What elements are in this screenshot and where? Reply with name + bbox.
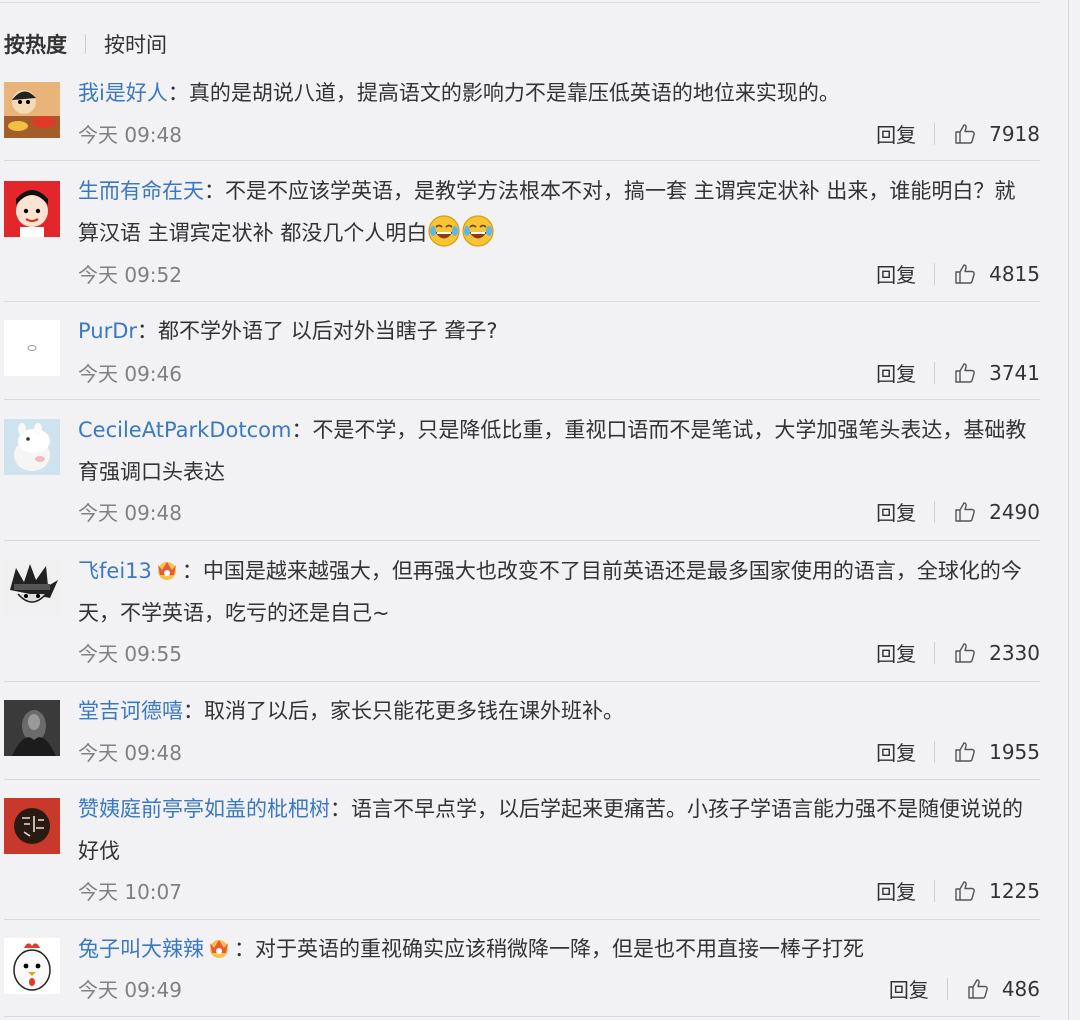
action-divider bbox=[934, 122, 936, 145]
comment-item: PurDr：都不学外语了 以后对外当瞎子 聋子? 今天 09:46 回复 374… bbox=[4, 302, 1040, 400]
top-divider bbox=[0, 2, 1040, 3]
like-thumb-icon[interactable] bbox=[953, 361, 977, 385]
comment-actions: 回复 486 bbox=[889, 974, 1040, 1003]
like-count: 4815 bbox=[989, 261, 1040, 286]
vip-crown-icon bbox=[206, 935, 232, 959]
comment-actions: 回复 2330 bbox=[876, 638, 1040, 667]
reply-button[interactable]: 回复 bbox=[889, 974, 929, 1003]
sort-by-time-tab[interactable]: 按时间 bbox=[104, 29, 167, 59]
comment-timestamp: 今天 10:07 bbox=[78, 880, 182, 904]
like-count: 1225 bbox=[989, 878, 1040, 903]
comment-actions: 回复 1225 bbox=[876, 876, 1040, 905]
like-count: 2490 bbox=[989, 499, 1040, 524]
like-thumb-icon[interactable] bbox=[953, 122, 977, 146]
right-edge-divider bbox=[1068, 0, 1069, 1020]
action-divider bbox=[934, 879, 936, 902]
comment-actions: 回复 4815 bbox=[876, 259, 1040, 288]
cartoon-avatar[interactable] bbox=[4, 82, 60, 138]
comment-text: ：都不学外语了 以后对外当瞎子 聋子? bbox=[137, 319, 498, 343]
action-divider bbox=[934, 262, 936, 285]
reply-button[interactable]: 回复 bbox=[876, 876, 916, 905]
comment-item: 生而有命在天：不是不应该学英语，是教学方法根本不对，搞一套 主谓宾定状补 出来，… bbox=[4, 161, 1040, 302]
white-avatar[interactable] bbox=[4, 320, 60, 376]
like-thumb-icon[interactable] bbox=[953, 641, 977, 665]
sort-by-hot-tab[interactable]: 按热度 bbox=[4, 29, 67, 59]
sort-tabs: 按热度 按时间 bbox=[4, 28, 167, 60]
action-divider bbox=[934, 361, 936, 384]
comment-body: 生而有命在天：不是不应该学英语，是教学方法根本不对，搞一套 主谓宾定状补 出来，… bbox=[78, 170, 1036, 254]
comment-username[interactable]: 飞fei13 bbox=[78, 559, 152, 583]
comment-timestamp: 今天 09:48 bbox=[78, 741, 182, 765]
comment-timestamp: 今天 09:55 bbox=[78, 642, 182, 666]
reply-button[interactable]: 回复 bbox=[876, 358, 916, 387]
action-divider bbox=[946, 977, 948, 1000]
comment-username[interactable]: 生而有命在天 bbox=[78, 179, 204, 203]
chicken-avatar[interactable] bbox=[4, 938, 60, 994]
like-count: 7918 bbox=[989, 121, 1040, 146]
comment-body: 堂吉诃德嘻：取消了以后，家长只能花更多钱在课外班补。 bbox=[78, 690, 1036, 732]
comment-body: CecileAtParkDotcom：不是不学，只是降低比重，重视口语而不是笔试… bbox=[78, 409, 1036, 493]
manga-avatar[interactable] bbox=[4, 560, 60, 616]
action-divider bbox=[934, 641, 936, 664]
comment-username[interactable]: PurDr bbox=[78, 319, 137, 343]
comment-text: ：取消了以后，家长只能花更多钱在课外班补。 bbox=[183, 699, 624, 723]
comment-body: 我i是好人：真的是胡说八道，提高语文的影响力不是靠压低英语的地位来实现的。 bbox=[78, 72, 1036, 114]
comment-username[interactable]: 我i是好人 bbox=[78, 81, 168, 105]
action-divider bbox=[934, 740, 936, 763]
reply-button[interactable]: 回复 bbox=[876, 497, 916, 526]
like-thumb-icon[interactable] bbox=[953, 262, 977, 286]
red-seal-avatar[interactable] bbox=[4, 798, 60, 854]
reply-button[interactable]: 回复 bbox=[876, 259, 916, 288]
comment-item: 飞fei13 ：中国是越来越强大，但再强大也改变不了目前英语还是最多国家使用的语言… bbox=[4, 541, 1040, 682]
comment-body: 飞fei13 ：中国是越来越强大，但再强大也改变不了目前英语还是最多国家使用的语言… bbox=[78, 550, 1036, 634]
comment-item: 我i是好人：真的是胡说八道，提高语文的影响力不是靠压低英语的地位来实现的。 今天… bbox=[4, 70, 1040, 161]
like-thumb-icon[interactable] bbox=[953, 500, 977, 524]
comment-actions: 回复 2490 bbox=[876, 497, 1040, 526]
dark-photo-avatar[interactable] bbox=[4, 700, 60, 756]
like-count: 486 bbox=[1001, 976, 1040, 1001]
reply-button[interactable]: 回复 bbox=[876, 119, 916, 148]
like-count: 1955 bbox=[989, 739, 1040, 764]
like-thumb-icon[interactable] bbox=[953, 740, 977, 764]
reply-button[interactable]: 回复 bbox=[876, 737, 916, 766]
comment-item: 兔子叫大辣辣 ：对于英语的重视确实应该稍微降一降，但是也不用直接一棒子打死 今天 … bbox=[4, 920, 1040, 1017]
like-count: 3741 bbox=[989, 360, 1040, 385]
comment-actions: 回复 1955 bbox=[876, 737, 1040, 766]
comment-item: 堂吉诃德嘻：取消了以后，家长只能花更多钱在课外班补。 今天 09:48 回复 1… bbox=[4, 682, 1040, 780]
vip-crown-icon bbox=[154, 557, 180, 581]
comment-actions: 回复 7918 bbox=[876, 119, 1040, 148]
comment-text: ：不是不应该学英语，是教学方法根本不对，搞一套 主谓宾定状补 出来，谁能明白？就… bbox=[78, 179, 1016, 245]
like-thumb-icon[interactable] bbox=[953, 879, 977, 903]
laugh-cry-emoji-icon bbox=[427, 214, 461, 248]
comment-text: ：对于英语的重视确实应该稍微降一降，但是也不用直接一棒子打死 bbox=[234, 937, 864, 961]
comment-username[interactable]: 赞姨庭前亭亭如盖的枇杷树 bbox=[78, 797, 330, 821]
comment-item: CecileAtParkDotcom：不是不学，只是降低比重，重视口语而不是笔试… bbox=[4, 400, 1040, 541]
laugh-cry-emoji-icon bbox=[461, 214, 495, 248]
comment-timestamp: 今天 09:49 bbox=[78, 978, 182, 1002]
comment-timestamp: 今天 09:48 bbox=[78, 123, 182, 147]
comment-text: ：真的是胡说八道，提高语文的影响力不是靠压低英语的地位来实现的。 bbox=[167, 81, 840, 105]
action-divider bbox=[934, 500, 936, 523]
moomin-avatar[interactable] bbox=[4, 419, 60, 475]
like-count: 2330 bbox=[989, 640, 1040, 665]
comment-item: 赞姨庭前亭亭如盖的枇杷树：语言不早点学，以后学起来更痛苦。小孩子学语言能力强不是… bbox=[4, 780, 1040, 920]
comment-timestamp: 今天 09:46 bbox=[78, 362, 182, 386]
comment-actions: 回复 3741 bbox=[876, 358, 1040, 387]
sort-divider bbox=[85, 34, 86, 54]
reply-button[interactable]: 回复 bbox=[876, 638, 916, 667]
comment-username[interactable]: 堂吉诃德嘻 bbox=[78, 699, 183, 723]
comment-body: 赞姨庭前亭亭如盖的枇杷树：语言不早点学，以后学起来更痛苦。小孩子学语言能力强不是… bbox=[78, 788, 1036, 872]
comment-text: ：中国是越来越强大，但再强大也改变不了目前英语还是最多国家使用的语言，全球化的今… bbox=[78, 559, 1022, 625]
like-thumb-icon[interactable] bbox=[966, 977, 990, 1001]
red-character-avatar[interactable] bbox=[4, 181, 60, 237]
comment-username[interactable]: CecileAtParkDotcom bbox=[78, 418, 291, 442]
comment-timestamp: 今天 09:48 bbox=[78, 501, 182, 525]
comment-username[interactable]: 兔子叫大辣辣 bbox=[78, 937, 204, 961]
comment-body: 兔子叫大辣辣 ：对于英语的重视确实应该稍微降一降，但是也不用直接一棒子打死 bbox=[78, 928, 1036, 970]
comment-timestamp: 今天 09:52 bbox=[78, 263, 182, 287]
comment-body: PurDr：都不学外语了 以后对外当瞎子 聋子? bbox=[78, 310, 1036, 352]
